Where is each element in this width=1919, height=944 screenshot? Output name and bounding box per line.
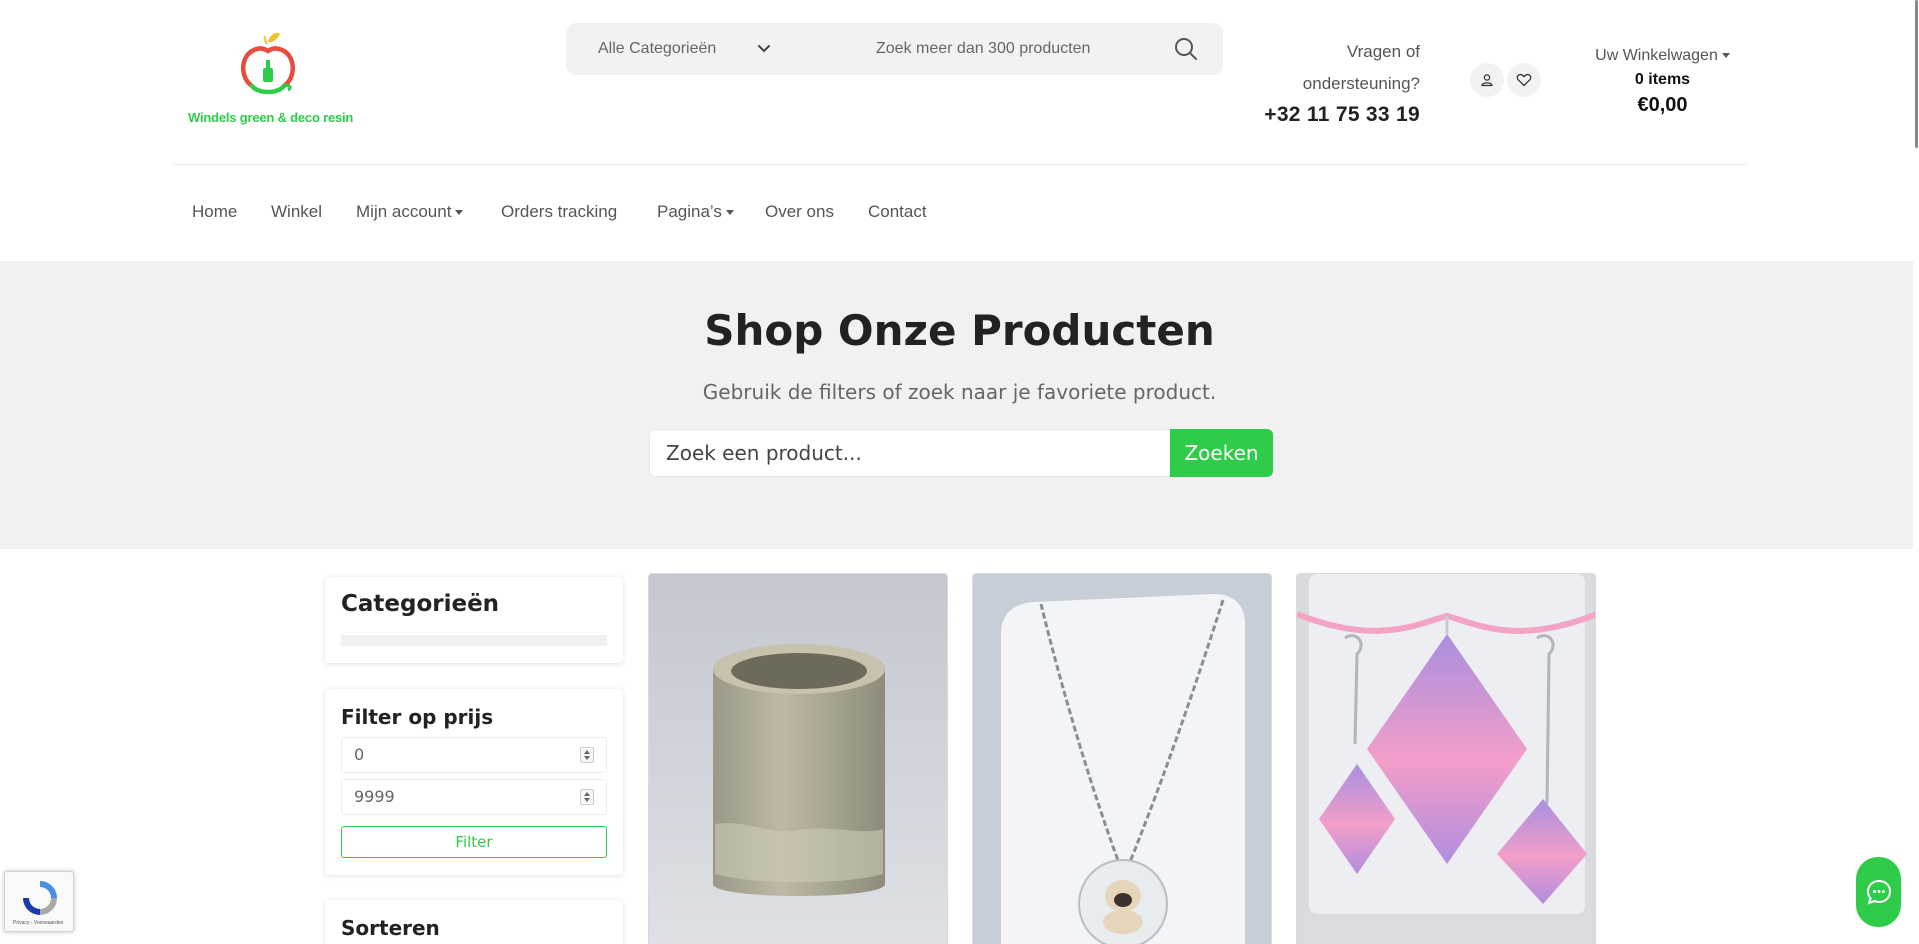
header-search-bar: Alle Categorieën xyxy=(566,23,1223,75)
spinner-icon[interactable] xyxy=(580,789,594,805)
main-nav: Home Winkel Mijn account Orders tracking… xyxy=(0,166,1919,261)
product-image-pug-necklace xyxy=(973,574,1271,944)
nav-winkel[interactable]: Winkel xyxy=(271,202,322,222)
product-search-input[interactable] xyxy=(649,429,1171,477)
spinner-icon[interactable] xyxy=(580,747,594,763)
recaptcha-text[interactable]: Privacy - Voorwaarden xyxy=(13,920,63,926)
cart-total: €0,00 xyxy=(1637,94,1688,116)
header-search-input[interactable] xyxy=(876,37,1096,61)
site-header: Windels green & deco resin Alle Categori… xyxy=(0,0,1919,166)
site-logo[interactable]: Windels green & deco resin xyxy=(188,32,358,132)
categories-title: Categorieën xyxy=(341,591,500,617)
nav-mijn-account[interactable]: Mijn account xyxy=(356,202,464,222)
categories-widget: Categorieën xyxy=(325,577,623,663)
cart-widget[interactable]: Uw Winkelwagen 0 items €0,00 xyxy=(1585,44,1740,118)
recaptcha-icon xyxy=(23,881,57,915)
nav-home[interactable]: Home xyxy=(192,202,237,222)
category-select[interactable]: Alle Categorieën xyxy=(598,23,716,75)
page-subtitle: Gebruik de filters of zoek naar je favor… xyxy=(702,380,1217,404)
product-image-resin-jewelry-set xyxy=(1297,574,1595,944)
nav-mijn-account-label: Mijn account xyxy=(356,202,452,221)
caret-down-icon xyxy=(1721,53,1730,59)
search-icon[interactable] xyxy=(1172,35,1200,63)
support-question-line2: ondersteuning? xyxy=(1302,74,1420,93)
support-block: Vragen of ondersteuning? +32 11 75 33 19 xyxy=(1240,36,1420,130)
support-phone[interactable]: +32 11 75 33 19 xyxy=(1240,100,1420,130)
price-min-input[interactable]: 0 xyxy=(341,737,607,773)
heart-icon xyxy=(1516,73,1532,87)
apple-logo-icon xyxy=(241,32,295,95)
caret-down-icon xyxy=(455,210,464,216)
logo-text: Windels green & deco resin xyxy=(188,110,354,125)
scrollbar-thumb[interactable] xyxy=(1915,0,1918,148)
cart-item-count: 0 items xyxy=(1634,71,1691,88)
nav-paginas[interactable]: Pagina’s xyxy=(657,202,734,222)
hero-section: Shop Onze Producten Gebruik de filters o… xyxy=(0,261,1919,549)
page-title: Shop Onze Producten xyxy=(704,306,1215,355)
categories-list-placeholder xyxy=(341,635,607,646)
nav-paginas-label: Pagina’s xyxy=(657,202,722,221)
chevron-down-icon[interactable] xyxy=(751,36,777,62)
product-search-button[interactable]: Zoeken xyxy=(1170,429,1273,477)
price-filter-widget: Filter op prijs 0 9999 Filter xyxy=(325,689,623,875)
header-divider xyxy=(172,164,1747,165)
chat-button[interactable] xyxy=(1856,857,1901,927)
caret-down-icon xyxy=(725,210,734,216)
sort-title: Sorteren xyxy=(341,916,440,940)
support-question-line1: Vragen of xyxy=(1346,42,1420,61)
product-card[interactable] xyxy=(1296,573,1596,944)
product-card[interactable] xyxy=(648,573,948,944)
nav-orders-tracking[interactable]: Orders tracking xyxy=(501,202,617,222)
wishlist-button[interactable] xyxy=(1507,63,1541,97)
nav-over-ons[interactable]: Over ons xyxy=(765,202,834,222)
chat-bubble-icon xyxy=(1866,879,1891,905)
price-filter-title: Filter op prijs xyxy=(341,705,494,729)
product-image-cup-holder xyxy=(649,574,947,944)
account-button[interactable] xyxy=(1470,63,1504,97)
price-max-value: 9999 xyxy=(354,787,395,806)
nav-contact[interactable]: Contact xyxy=(868,202,927,222)
sort-widget: Sorteren xyxy=(325,900,623,944)
product-card[interactable] xyxy=(972,573,1272,944)
cart-label[interactable]: Uw Winkelwagen xyxy=(1595,47,1718,64)
recaptcha-badge[interactable]: Privacy - Voorwaarden xyxy=(4,871,74,932)
price-max-input[interactable]: 9999 xyxy=(341,779,607,815)
price-min-value: 0 xyxy=(354,745,365,764)
user-icon xyxy=(1481,74,1493,87)
filter-button[interactable]: Filter xyxy=(341,826,607,858)
